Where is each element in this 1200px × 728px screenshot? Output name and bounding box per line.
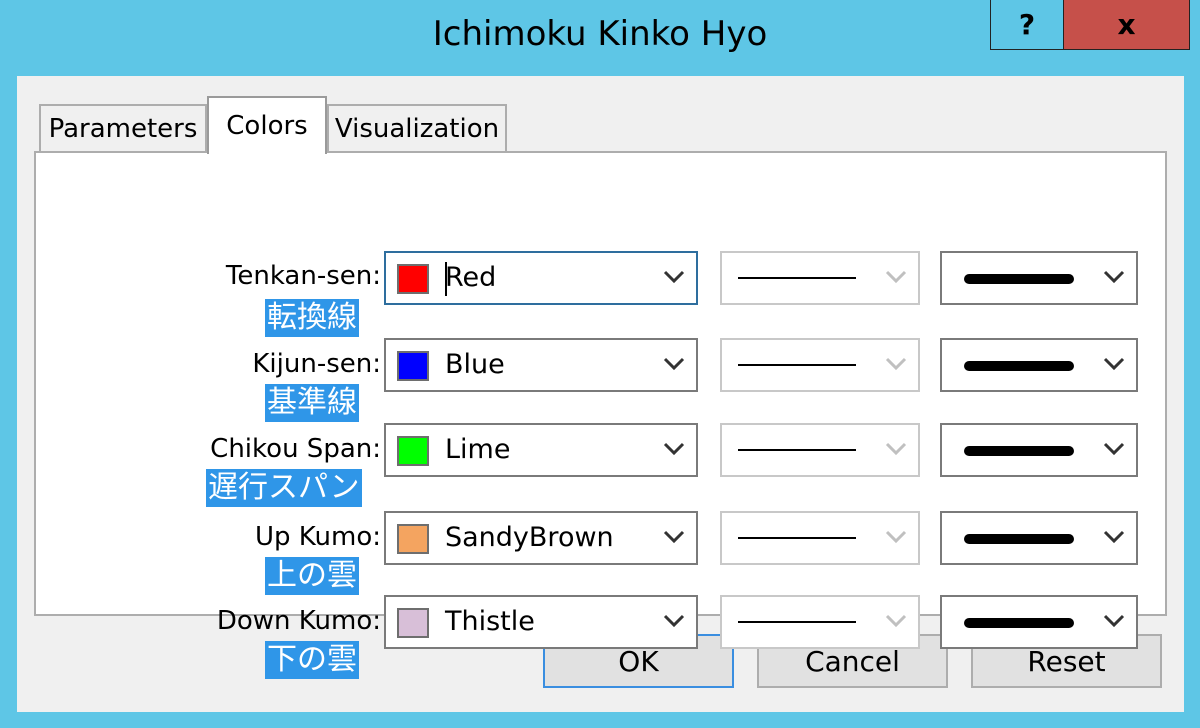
kijun-sen-style-select[interactable]	[720, 338, 920, 392]
colors-panel: Tenkan-sen: 転換線 Red Kijun-sen: 基準線 Blue	[34, 151, 1167, 679]
color-name: Thistle	[445, 606, 535, 637]
kijun-sen-width-select[interactable]	[940, 338, 1138, 392]
chikou-span-jp-label: 遅行スパン	[206, 469, 362, 507]
color-name: Lime	[445, 434, 511, 465]
chevron-down-icon	[663, 614, 685, 628]
up-kumo-label: Up Kumo:	[254, 522, 381, 552]
down-kumo-style-select[interactable]	[720, 595, 920, 649]
tab-colors[interactable]: Colors	[207, 96, 327, 154]
line-style-preview	[738, 364, 856, 366]
chevron-down-icon	[885, 530, 907, 544]
help-button[interactable]: ?	[990, 0, 1064, 50]
color-name: SandyBrown	[445, 522, 614, 553]
kijun-sen-color-select[interactable]: Blue	[384, 338, 698, 392]
tenkan-sen-width-select[interactable]	[940, 251, 1138, 305]
color-swatch	[397, 436, 429, 466]
close-button[interactable]: x	[1064, 0, 1190, 50]
chevron-down-icon	[663, 357, 685, 371]
chevron-down-icon	[663, 530, 685, 544]
line-width-preview	[964, 274, 1074, 284]
color-name: Blue	[445, 349, 505, 380]
line-style-preview	[738, 537, 856, 539]
chikou-span-color-select[interactable]: Lime	[384, 423, 698, 477]
tab-visualization[interactable]: Visualization	[327, 104, 507, 152]
chevron-down-icon	[885, 357, 907, 371]
up-kumo-style-select[interactable]	[720, 511, 920, 565]
color-swatch	[397, 264, 429, 294]
chevron-down-icon	[663, 270, 685, 284]
chevron-down-icon	[663, 442, 685, 456]
up-kumo-color-select[interactable]: SandyBrown	[384, 511, 698, 565]
down-kumo-label: Down Kumo:	[216, 606, 381, 636]
title-bar: Ichimoku Kinko Hyo ? x	[0, 0, 1200, 76]
down-kumo-jp-label: 下の雲	[265, 641, 359, 679]
up-kumo-jp-label: 上の雲	[265, 557, 359, 595]
chikou-span-width-select[interactable]	[940, 423, 1138, 477]
tenkan-sen-label: Tenkan-sen:	[225, 261, 381, 291]
tenkan-sen-color-select[interactable]: Red	[384, 251, 698, 305]
chevron-down-icon	[1103, 442, 1125, 456]
chikou-span-label: Chikou Span:	[210, 434, 381, 464]
chevron-down-icon	[885, 270, 907, 284]
line-width-preview	[964, 446, 1074, 456]
chevron-down-icon	[1103, 270, 1125, 284]
down-kumo-width-select[interactable]	[940, 595, 1138, 649]
kijun-sen-label: Kijun-sen:	[252, 349, 381, 379]
down-kumo-color-select[interactable]: Thistle	[384, 595, 698, 649]
chevron-down-icon	[1103, 614, 1125, 628]
tab-parameters[interactable]: Parameters	[39, 104, 207, 152]
dialog-client-area: Parameters Colors Visualization Tenkan-s…	[17, 76, 1184, 712]
kijun-sen-jp-label: 基準線	[265, 384, 359, 422]
color-name: Red	[445, 262, 497, 293]
line-style-preview	[738, 277, 856, 279]
tenkan-sen-jp-label: 転換線	[265, 299, 359, 337]
chikou-span-style-select[interactable]	[720, 423, 920, 477]
line-style-preview	[738, 449, 856, 451]
line-style-preview	[738, 621, 856, 623]
chevron-down-icon	[885, 442, 907, 456]
line-width-preview	[964, 361, 1074, 371]
line-width-preview	[964, 618, 1074, 628]
color-swatch	[397, 524, 429, 554]
tenkan-sen-style-select[interactable]	[720, 251, 920, 305]
color-swatch	[397, 351, 429, 381]
chevron-down-icon	[1103, 357, 1125, 371]
line-width-preview	[964, 534, 1074, 544]
color-swatch	[397, 608, 429, 638]
chevron-down-icon	[1103, 530, 1125, 544]
up-kumo-width-select[interactable]	[940, 511, 1138, 565]
chevron-down-icon	[885, 614, 907, 628]
